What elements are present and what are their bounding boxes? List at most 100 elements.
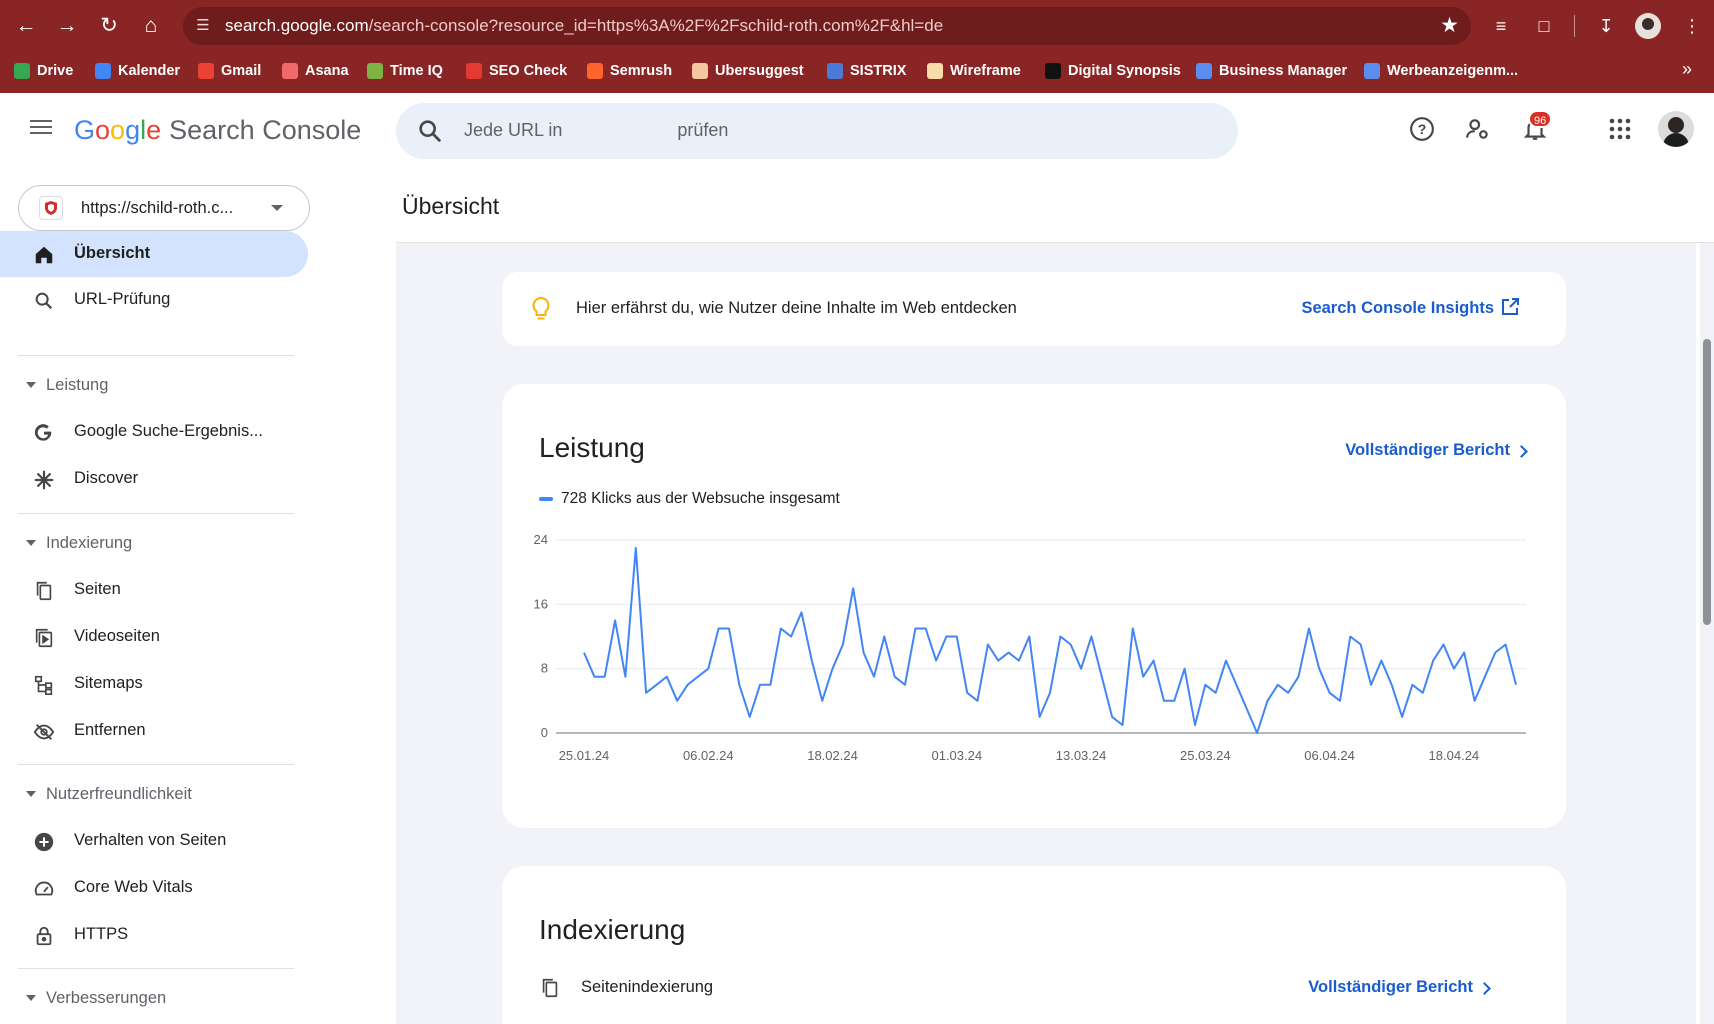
sidebar-section-indexierung[interactable]: Indexierung	[0, 529, 300, 559]
bookmark-favicon-icon	[587, 63, 603, 79]
main-menu-icon[interactable]	[28, 117, 54, 137]
sidebar-item-sitemaps[interactable]: Sitemaps	[0, 661, 308, 707]
bookmark-favicon-icon	[1196, 63, 1212, 79]
indexing-full-report-link[interactable]: Vollständiger Bericht	[1308, 978, 1473, 997]
bookmark-favicon-icon	[198, 63, 214, 79]
users-settings-icon[interactable]	[1460, 111, 1496, 147]
address-bar[interactable]: ☰ search.google.com/search-console?resou…	[183, 7, 1471, 45]
bookmark-item[interactable]: Drive	[14, 60, 73, 82]
pages-icon	[542, 978, 558, 998]
collapse-arrow-icon	[26, 382, 36, 388]
y-tick-label: 24	[534, 532, 548, 547]
bookmark-favicon-icon	[95, 63, 111, 79]
account-avatar[interactable]	[1658, 111, 1694, 147]
section-title: Nutzerfreundlichkeit	[46, 785, 192, 803]
translate-icon[interactable]: ≡	[1487, 12, 1515, 40]
lock-icon	[32, 924, 56, 948]
bookmark-item[interactable]: Kalender	[95, 60, 180, 82]
bookmark-label: SISTRIX	[850, 63, 907, 79]
property-url: https://schild-roth.c...	[81, 199, 234, 217]
external-link-icon[interactable]	[1500, 297, 1520, 317]
x-tick-label: 06.02.24	[683, 748, 734, 762]
clicks-series-line	[583, 547, 1517, 734]
bookmark-item[interactable]: SISTRIX	[827, 60, 906, 82]
sidebar-item-videoseiten[interactable]: Videoseiten	[0, 614, 308, 660]
download-icon[interactable]: ↧	[1592, 12, 1620, 40]
search-console-logo[interactable]: Google Search Console	[74, 115, 361, 146]
bookmark-star-icon[interactable]: ★	[1440, 13, 1459, 38]
site-settings-icon[interactable]: ☰	[193, 16, 213, 36]
browser-profile-avatar[interactable]	[1635, 13, 1661, 39]
sidebar-section-leistung[interactable]: Leistung	[0, 371, 300, 401]
sidebar-item-url-pruefung[interactable]: URL-Prüfung	[0, 277, 308, 323]
back-arrow-icon[interactable]: ←	[12, 12, 40, 40]
bookmark-item[interactable]: Wireframe	[927, 60, 1021, 82]
property-selector[interactable]: https://schild-roth.c...	[18, 185, 310, 231]
sidebar-item-seiten[interactable]: Seiten	[0, 567, 308, 613]
bookmark-item[interactable]: Semrush	[587, 60, 672, 82]
bookmark-item[interactable]: Business Manager	[1196, 60, 1347, 82]
sidebar-item-discover[interactable]: Discover	[0, 456, 308, 502]
sidebar-item-label: Google Suche-Ergebnis...	[74, 422, 263, 440]
main-scrollbar[interactable]	[1700, 243, 1714, 1024]
apps-grid-icon[interactable]	[1602, 111, 1638, 147]
asterisk-icon	[32, 468, 56, 492]
extensions-icon[interactable]: □	[1530, 12, 1558, 40]
bookmark-item[interactable]: Ubersuggest	[692, 60, 804, 82]
x-tick-label: 01.03.24	[931, 748, 982, 762]
bookmark-item[interactable]: Gmail	[198, 60, 261, 82]
lightbulb-icon	[532, 296, 550, 320]
chevron-right-icon[interactable]	[1478, 982, 1491, 995]
notification-count-badge: 96	[1528, 110, 1553, 128]
search-console-insights-link[interactable]: Search Console Insights	[1301, 299, 1494, 318]
collapse-arrow-icon	[26, 995, 36, 1001]
help-icon[interactable]: ?	[1404, 111, 1440, 147]
home-button-icon[interactable]: ⌂	[137, 12, 165, 40]
page-title: Übersicht	[402, 193, 500, 219]
bookmark-item[interactable]: SEO Check	[466, 60, 567, 82]
browser-menu-icon[interactable]: ⋮	[1678, 12, 1706, 40]
pages-icon	[32, 579, 56, 603]
chevron-down-icon	[271, 205, 283, 211]
address-url[interactable]: search.google.com/search-console?resourc…	[225, 16, 943, 36]
eye-off-icon	[32, 720, 56, 744]
x-tick-label: 18.04.24	[1429, 748, 1480, 762]
bookmark-item[interactable]: Werbeanzeigenm...	[1364, 60, 1518, 82]
shield-icon	[39, 196, 63, 220]
bookmarks-overflow-icon[interactable]: »	[1682, 59, 1692, 80]
reload-icon[interactable]: ↻	[95, 12, 123, 40]
page-indexing-row[interactable]: Seitenindexierung Vollständiger Bericht	[539, 973, 1529, 1003]
sidebar-section-nutzerfreundlichkeit[interactable]: Nutzerfreundlichkeit	[0, 780, 300, 810]
bookmark-label: Semrush	[610, 63, 673, 79]
search-console-app: Google Search Console Jede URL in prüfen …	[0, 93, 1714, 1024]
sidebar-item-entfernen[interactable]: Entfernen	[0, 708, 308, 754]
performance-full-report-link[interactable]: Vollständiger Bericht	[1345, 441, 1510, 460]
url-inspection-search[interactable]: Jede URL in prüfen	[396, 103, 1238, 159]
bookmark-label: Drive	[37, 63, 74, 79]
chevron-right-icon[interactable]	[1515, 445, 1528, 458]
sidebar-item-core-web-vitals[interactable]: Core Web Vitals	[0, 865, 308, 911]
chart-legend[interactable]: 728 Klicks aus der Websuche insgesamt	[539, 490, 840, 508]
bookmark-item[interactable]: Digital Synopsis	[1045, 60, 1181, 82]
sidebar-item-label: HTTPS	[74, 925, 129, 943]
x-tick-label: 18.02.24	[807, 748, 858, 762]
forward-arrow-icon[interactable]: →	[53, 12, 81, 40]
main-content-area: Hier erfährst du, wie Nutzer deine Inhal…	[396, 243, 1696, 1024]
bookmark-item[interactable]: Time IQ	[367, 60, 443, 82]
sidebar-item-label: URL-Prüfung	[74, 290, 171, 308]
svg-text:?: ?	[1418, 121, 1427, 137]
clicks-line-chart[interactable]: 0 8 16 24 25.01.24 06.02.24 18.02.24 01.03.24 13…	[526, 522, 1546, 762]
insights-text: Hier erfährst du, wie Nutzer deine Inhal…	[576, 299, 1017, 317]
bookmark-label: Time IQ	[390, 63, 443, 79]
section-title: Leistung	[46, 376, 109, 394]
sidebar-item-verhalten-von-seiten[interactable]: Verhalten von Seiten	[0, 818, 308, 864]
sidebar-item-google-suche[interactable]: Google Suche-Ergebnis...	[0, 409, 308, 455]
legend-label: 728 Klicks aus der Websuche insgesamt	[561, 490, 840, 507]
indexing-card: Indexierung Seitenindexierung Vollständi…	[502, 866, 1566, 1024]
toolbar-divider	[1574, 15, 1575, 37]
sidebar-item-uebersicht[interactable]: Übersicht	[0, 231, 308, 277]
scrollbar-thumb[interactable]	[1703, 339, 1711, 625]
bookmark-item[interactable]: Asana	[282, 60, 349, 82]
sidebar-item-https[interactable]: HTTPS	[0, 912, 308, 958]
sidebar-section-verbesserungen[interactable]: Verbesserungen	[0, 984, 300, 1014]
